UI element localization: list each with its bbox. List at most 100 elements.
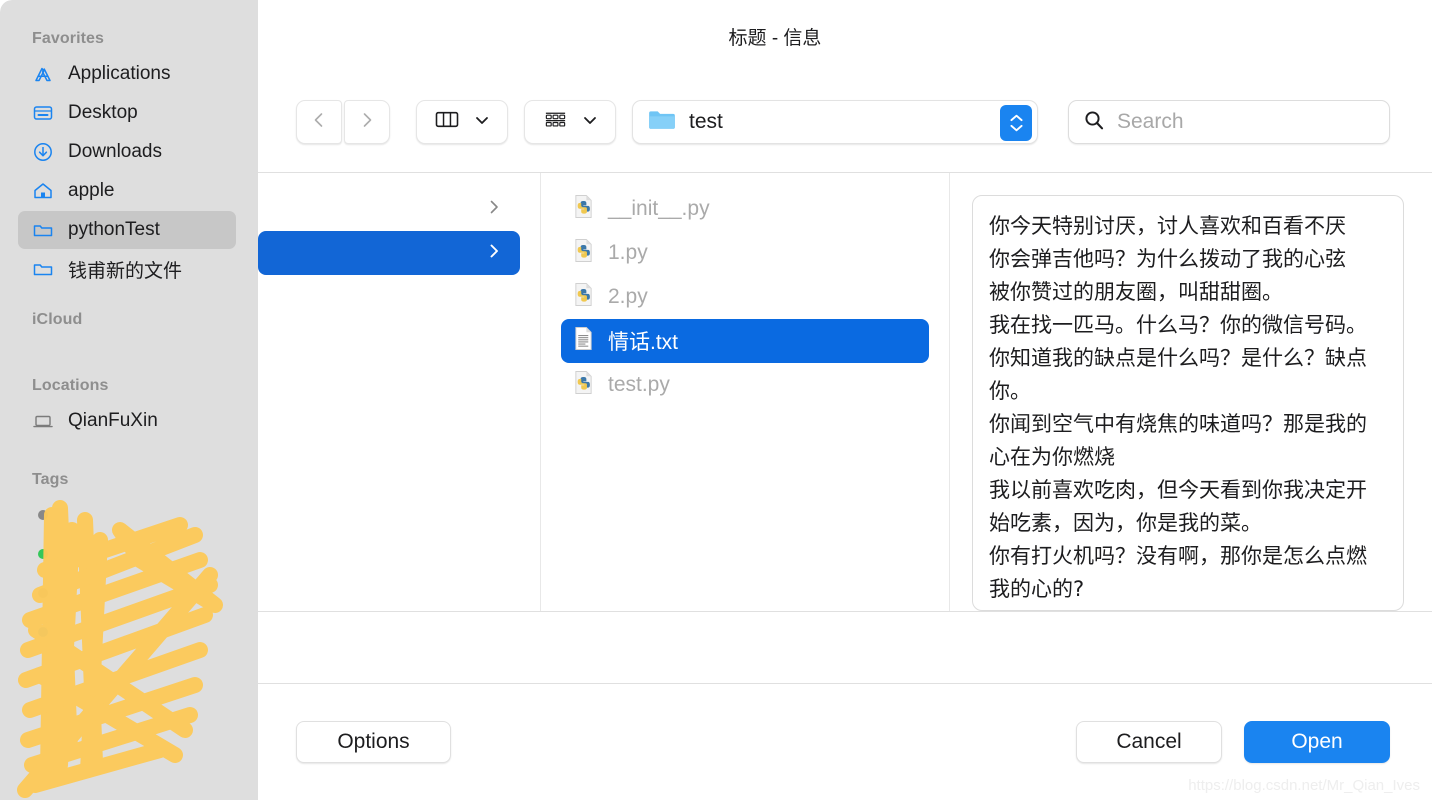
file-open-dialog: Favorites Applications Desktop Downloads…	[0, 0, 1432, 800]
sidebar-spacer	[0, 441, 258, 471]
file-row[interactable]: test.py	[561, 363, 929, 407]
sidebar-item-qianfuxin[interactable]: QianFuXin	[18, 402, 236, 440]
sidebar-section-header-locations: Locations	[0, 377, 258, 401]
preview-line: 被你赞过的朋友圈，叫甜甜圈。	[989, 276, 1387, 309]
file-preview-pane: 你今天特别讨厌，讨人喜欢和百看不厌 你会弹吉他吗？为什么拨动了我的心弦 被你赞过…	[972, 195, 1404, 611]
sidebar-item-pythontest[interactable]: pythonTest	[18, 211, 236, 249]
file-row[interactable]: 1.py	[561, 231, 929, 275]
file-row-selected[interactable]: 情话.txt	[561, 319, 929, 363]
tag-dot-icon	[32, 504, 54, 526]
tag-dot-icon	[32, 543, 54, 565]
chevron-down-icon	[582, 112, 598, 133]
preview-line: 心在为你燃烧	[989, 441, 1387, 474]
python-file-icon	[573, 238, 594, 268]
options-button[interactable]: Options	[296, 721, 451, 763]
search-icon	[1083, 109, 1105, 136]
sidebar-item-tag-redacted-3[interactable]	[18, 574, 236, 612]
sidebar-section-header-favorites: Favorites	[0, 30, 258, 54]
file-name: __init__.py	[608, 197, 710, 221]
sidebar: Favorites Applications Desktop Downloads…	[0, 0, 258, 800]
forward-button[interactable]	[344, 100, 390, 144]
sidebar-spacer	[0, 289, 258, 311]
sidebar-item-label: QianFuXin	[68, 410, 158, 432]
sidebar-item-desktop[interactable]: Desktop	[18, 94, 236, 132]
sidebar-item-tag-redacted-1[interactable]	[18, 496, 236, 534]
preview-line: 我在找一匹马。什么马？你的微信号码。	[989, 309, 1387, 342]
corner-fold-cover	[1410, 778, 1432, 800]
desktop-icon	[32, 102, 54, 124]
browser-column-2: __init__.py 1.py	[541, 173, 950, 611]
window-title: 标题 - 信息	[729, 23, 822, 50]
sidebar-item-qianfuxin-files[interactable]: 钱甫新的文件	[18, 250, 236, 288]
preview-line: 你闻到空气中有烧焦的味道吗？那是我的	[989, 408, 1387, 441]
python-file-icon	[573, 194, 594, 224]
text-file-icon	[573, 326, 594, 356]
open-button[interactable]: Open	[1244, 721, 1390, 763]
downloads-icon	[32, 141, 54, 163]
sidebar-item-apple[interactable]: apple	[18, 172, 236, 210]
preview-line: 你今天特别讨厌，讨人喜欢和百看不厌	[989, 210, 1387, 243]
cancel-button[interactable]: Cancel	[1076, 721, 1222, 763]
file-name: 2.py	[608, 285, 648, 309]
folder-icon	[32, 219, 54, 241]
group-arrange-icon	[543, 110, 568, 135]
watermark: https://blog.csdn.net/Mr_Qian_Ives	[1188, 777, 1420, 794]
file-browser: __init__.py 1.py	[258, 172, 1432, 612]
column-view-icon	[434, 109, 460, 135]
sidebar-item-label: Desktop	[68, 102, 138, 124]
sidebar-item-label: 钱甫新的文件	[68, 256, 182, 283]
sidebar-spacer	[0, 335, 258, 377]
sidebar-item-tag-redacted-2[interactable]	[18, 535, 236, 573]
python-file-icon	[573, 370, 594, 400]
sidebar-item-downloads[interactable]: Downloads	[18, 133, 236, 171]
search-field[interactable]: Search	[1068, 100, 1390, 144]
tag-dot-icon	[32, 582, 54, 604]
file-row[interactable]: __init__.py	[561, 187, 929, 231]
chevron-right-icon	[486, 243, 502, 264]
preview-line: 你有打火机吗？没有啊，那你是怎么点燃	[989, 540, 1387, 573]
folder-icon	[647, 107, 677, 138]
chevron-right-icon	[357, 110, 377, 135]
search-input[interactable]: Search	[1117, 110, 1184, 134]
chevron-left-icon	[309, 110, 329, 135]
sidebar-section-header-tags: Tags	[0, 471, 258, 495]
sidebar-item-label: apple	[68, 180, 115, 202]
sidebar-item-label: Applications	[68, 63, 170, 85]
toolbar: test Search	[258, 72, 1432, 172]
preview-line: 我的心的?	[989, 573, 1387, 606]
laptop-icon	[32, 410, 54, 432]
file-name: 1.py	[608, 241, 648, 265]
accessory-bar	[258, 613, 1432, 684]
file-name: 情话.txt	[608, 326, 678, 356]
home-icon	[32, 180, 54, 202]
python-file-icon	[573, 282, 594, 312]
preview-line: 你知道我的缺点是什么吗？是什么？缺点	[989, 342, 1387, 375]
preview-line: 你会弹吉他吗？为什么拨动了我的心弦	[989, 243, 1387, 276]
sidebar-item-label: Downloads	[68, 141, 162, 163]
browser-column-preview: 你今天特别讨厌，讨人喜欢和百看不厌 你会弹吉他吗？为什么拨动了我的心弦 被你赞过…	[950, 173, 1432, 611]
file-row[interactable]: 2.py	[561, 275, 929, 319]
file-name: test.py	[608, 373, 670, 397]
browser-column-1	[258, 173, 541, 611]
path-label: test	[689, 110, 723, 134]
column1-row[interactable]	[258, 187, 520, 231]
sidebar-item-label: pythonTest	[68, 219, 160, 241]
preview-line: 你。	[989, 375, 1387, 408]
view-mode-button[interactable]	[416, 100, 508, 144]
chevron-right-icon	[486, 199, 502, 220]
path-popup-button[interactable]: test	[632, 100, 1038, 144]
up-down-stepper-icon[interactable]	[1000, 105, 1032, 141]
chevron-down-icon	[474, 112, 490, 133]
sidebar-item-tag-redacted-4[interactable]	[18, 613, 236, 651]
tag-dot-icon	[32, 621, 54, 643]
sidebar-section-header-icloud: iCloud	[0, 311, 258, 335]
folder-icon	[32, 258, 54, 280]
sidebar-item-applications[interactable]: Applications	[18, 55, 236, 93]
arrange-button[interactable]	[524, 100, 616, 144]
preview-line: 始吃素，因为，你是我的菜。	[989, 507, 1387, 540]
column1-row-selected[interactable]	[258, 231, 520, 275]
preview-line: 我以前喜欢吃肉，但今天看到你我决定开	[989, 474, 1387, 507]
back-button[interactable]	[296, 100, 342, 144]
applications-icon	[32, 63, 54, 85]
title-bar: 标题 - 信息	[258, 0, 1432, 72]
